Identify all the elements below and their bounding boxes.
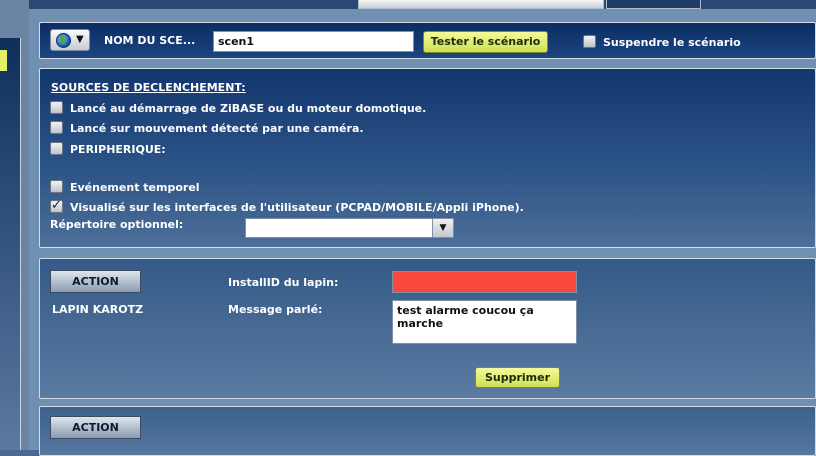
chevron-down-icon: ▼ [76, 34, 84, 45]
action-button[interactable]: ACTION [50, 416, 141, 439]
startup-label: Lancé au démarrage de ZiBASE ou du moteu… [70, 102, 427, 115]
visible-checkbox[interactable] [50, 198, 63, 213]
device-checkbox[interactable] [50, 142, 63, 155]
tab-scenarios[interactable] [606, 0, 701, 9]
directory-select[interactable]: ▼ [245, 218, 454, 238]
installid-label: InstallID du lapin: [228, 276, 339, 289]
scene-menu-button[interactable]: ▼ [50, 29, 90, 51]
camera-checkbox[interactable] [50, 121, 63, 134]
suspend-label: Suspendre le scénario [603, 36, 741, 49]
action-panel [39, 406, 816, 456]
installid-input[interactable] [392, 271, 577, 293]
timer-checkbox[interactable] [50, 180, 63, 193]
action-button[interactable]: ACTION [50, 270, 141, 293]
startup-checkbox[interactable] [50, 101, 63, 114]
left-sidebar-panel [0, 38, 21, 450]
visible-label: Visualisé sur les interfaces de l'utilis… [70, 201, 524, 214]
message-label: Message parlé: [228, 303, 323, 316]
scene-name-label: NOM DU SCE... [104, 34, 196, 47]
device-label: PERIPHERIQUE: [70, 143, 166, 156]
suspend-checkbox[interactable] [583, 35, 596, 48]
message-input[interactable]: test alarme coucou ça marche [392, 300, 577, 344]
left-sidebar-active-item[interactable] [0, 50, 7, 71]
globe-icon [56, 33, 71, 48]
chevron-down-icon[interactable]: ▼ [432, 219, 453, 237]
delete-button[interactable]: Supprimer [475, 367, 560, 388]
timer-label: Evénement temporel [70, 181, 200, 194]
tab-devices[interactable] [358, 0, 604, 9]
trigger-sources-title: SOURCES DE DECLENCHEMENT: [51, 81, 246, 94]
action-type-label: LAPIN KAROTZ [52, 303, 144, 316]
camera-label: Lancé sur mouvement détecté par une camé… [70, 122, 364, 135]
directory-label: Répertoire optionnel: [50, 218, 184, 231]
test-scenario-button[interactable]: Tester le scénario [423, 31, 548, 53]
scene-name-input[interactable]: scen1 [213, 31, 414, 52]
